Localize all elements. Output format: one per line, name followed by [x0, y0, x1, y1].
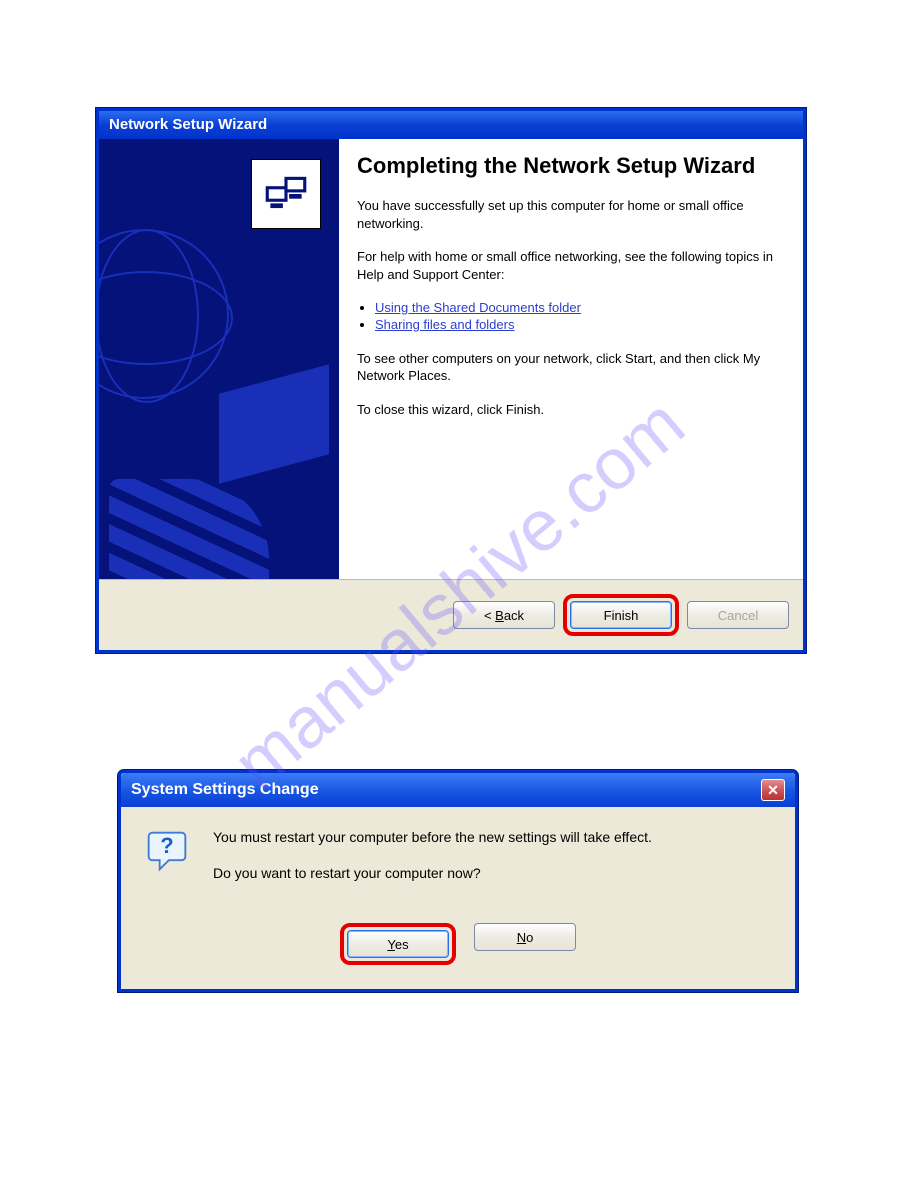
wizard-close-instruction: To close this wizard, click Finish. — [357, 401, 781, 419]
finish-button-highlight: Finish — [563, 594, 679, 636]
wizard-paragraph-network-places: To see other computers on your network, … — [357, 350, 781, 385]
globe-icon — [99, 229, 229, 399]
cancel-button: Cancel — [687, 601, 789, 629]
wizard-help-links: Using the Shared Documents folder Sharin… — [357, 300, 781, 334]
yes-button-highlight: Yes — [340, 923, 456, 965]
wizard-footer: < Back Finish Cancel — [99, 579, 803, 650]
finish-button[interactable]: Finish — [570, 601, 672, 629]
msgbox-titlebar[interactable]: System Settings Change ✕ — [121, 773, 795, 807]
msgbox-title: System Settings Change — [131, 781, 319, 799]
network-setup-wizard-dialog: Network Setup Wizard Completing the Netw… — [96, 108, 806, 653]
close-icon[interactable]: ✕ — [761, 779, 785, 801]
wizard-paragraph-help-intro: For help with home or small office netwo… — [357, 248, 781, 283]
question-icon: ? — [145, 829, 189, 873]
no-button[interactable]: No — [474, 923, 576, 951]
wizard-body: Completing the Network Setup Wizard You … — [99, 139, 803, 579]
box-icon — [219, 364, 329, 483]
msgbox-line-restart: You must restart your computer before th… — [213, 829, 652, 845]
msgbox-buttons: Yes No — [121, 923, 795, 989]
wizard-titlebar[interactable]: Network Setup Wizard — [99, 111, 803, 139]
wizard-heading: Completing the Network Setup Wizard — [357, 153, 781, 179]
msgbox-body: ? You must restart your computer before … — [121, 807, 795, 923]
wizard-content: Completing the Network Setup Wizard You … — [339, 139, 803, 579]
link-sharing-files[interactable]: Sharing files and folders — [375, 317, 514, 332]
wizard-paragraph-success: You have successfully set up this comput… — [357, 197, 781, 232]
back-button[interactable]: < Back — [453, 601, 555, 629]
msgbox-text: You must restart your computer before th… — [213, 829, 652, 901]
computers-icon — [251, 159, 321, 229]
msgbox-line-question: Do you want to restart your computer now… — [213, 865, 652, 881]
wizard-sidebar-graphic — [99, 139, 339, 579]
svg-text:?: ? — [160, 833, 173, 858]
wizard-title: Network Setup Wizard — [109, 116, 267, 133]
yes-button[interactable]: Yes — [347, 930, 449, 958]
fan-icon — [109, 479, 269, 579]
link-shared-documents[interactable]: Using the Shared Documents folder — [375, 300, 581, 315]
system-settings-change-dialog: System Settings Change ✕ ? You must rest… — [118, 770, 798, 992]
